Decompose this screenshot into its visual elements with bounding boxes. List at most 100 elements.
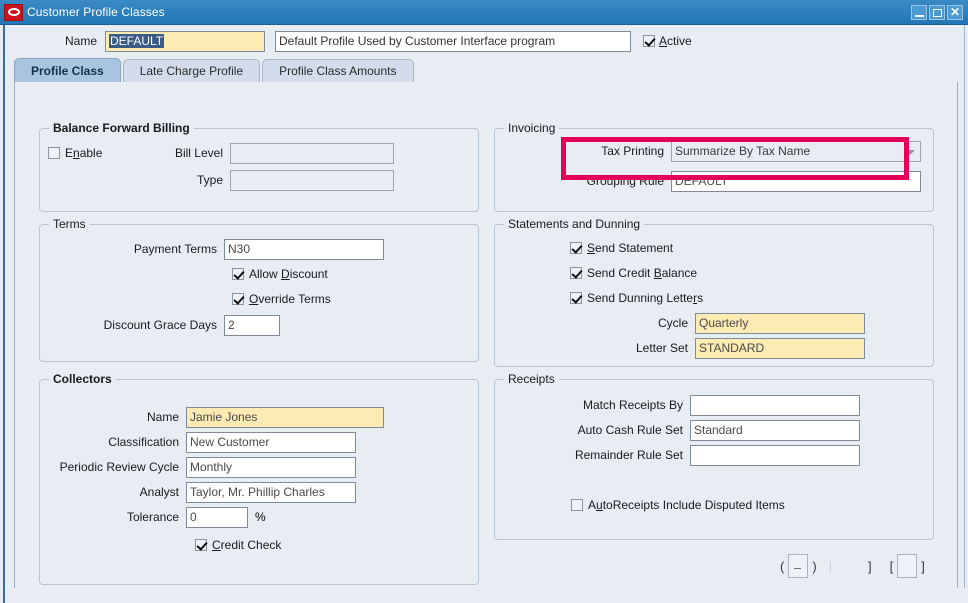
close-icon[interactable]: ✕ — [947, 4, 963, 20]
balance-forward-billing-legend: Balance Forward Billing — [49, 121, 194, 135]
window-controls: ✕ — [911, 4, 966, 20]
send-statement-label: Send Statement — [587, 241, 674, 255]
tax-printing-row: Tax Printing Summarize By Tax Name — [569, 140, 921, 162]
customer-profile-classes-window: Customer Profile Classes ✕ Name DEFAULT … — [0, 0, 968, 603]
tax-printing-value: Summarize By Tax Name — [675, 143, 811, 158]
left-paren-glyph: ( — [780, 558, 785, 574]
active-checkbox[interactable] — [643, 35, 655, 47]
payment-terms-input[interactable]: N30 — [224, 238, 384, 260]
grouping-rule-field[interactable]: DEFAULT — [671, 170, 921, 192]
tab-profile-class[interactable]: Profile Class — [14, 58, 121, 82]
override-terms-label: Override Terms — [249, 292, 331, 306]
statements-and-dunning-legend: Statements and Dunning — [504, 217, 645, 231]
payment-terms-row: Payment Terms N30 — [54, 238, 384, 260]
collectors-legend: Collectors — [49, 372, 116, 386]
window-client-area: Name DEFAULT Default Profile Used by Cus… — [3, 25, 965, 597]
button-separator: | — [828, 559, 832, 573]
profile-header-row: Name DEFAULT Default Profile Used by Cus… — [5, 28, 964, 54]
credit-check-label: Credit Check — [212, 538, 282, 552]
enable-checkbox-row[interactable]: Enable — [48, 142, 102, 164]
tax-printing-select[interactable]: Summarize By Tax Name — [671, 140, 921, 162]
send-dunning-letters-row[interactable]: Send Dunning Letters — [570, 287, 703, 309]
bottom-button-group-left: ( ) | — [780, 554, 832, 578]
grouping-rule-label: Grouping Rule — [586, 174, 664, 188]
maximize-icon[interactable] — [929, 4, 945, 20]
name-input-value: DEFAULT — [109, 33, 165, 48]
autoreceipts-label: AutoReceipts Include Disputed Items — [588, 498, 785, 512]
balance-forward-billing-group: Balance Forward Billing Enable Bill Leve… — [39, 121, 479, 212]
remainder-rule-set-label: Remainder Rule Set — [574, 448, 683, 462]
letter-set-row: Letter Set STANDARD — [605, 337, 865, 359]
letter-set-label: Letter Set — [635, 341, 688, 355]
minimize-icon[interactable] — [911, 4, 927, 20]
collectors-group: Collectors Name Jamie Jones Classificati… — [39, 372, 479, 585]
allow-discount-checkbox[interactable] — [232, 268, 244, 280]
send-credit-balance-row[interactable]: Send Credit Balance — [570, 262, 697, 284]
payment-terms-label: Payment Terms — [133, 242, 217, 256]
discount-grace-days-input[interactable]: 2 — [224, 314, 280, 336]
name-input[interactable]: DEFAULT — [105, 30, 265, 52]
collector-name-row: Name Jamie Jones — [54, 406, 384, 428]
bill-level-label: Bill Level — [174, 146, 223, 160]
analyst-input[interactable]: Taylor, Mr. Phillip Charles — [186, 481, 356, 503]
type-input[interactable] — [230, 169, 394, 191]
cycle-label: Cycle — [657, 316, 688, 330]
classification-label: Classification — [108, 435, 179, 449]
name-label: Name — [64, 34, 97, 48]
collector-name-input[interactable]: Jamie Jones — [186, 406, 384, 428]
override-terms-row[interactable]: Override Terms — [232, 288, 331, 310]
profile-class-tab-pane: Balance Forward Billing Enable Bill Leve… — [14, 82, 958, 589]
cycle-input[interactable]: Quarterly — [695, 312, 865, 334]
receipts-legend: Receipts — [504, 372, 559, 386]
override-terms-checkbox[interactable] — [232, 293, 244, 305]
send-credit-balance-label: Send Credit Balance — [587, 266, 698, 280]
autoreceipts-checkbox[interactable] — [571, 499, 583, 511]
auto-cash-rule-set-label: Auto Cash Rule Set — [577, 423, 683, 437]
match-receipts-by-input[interactable] — [690, 394, 860, 416]
type-label: Type — [196, 173, 223, 187]
active-checkbox-row[interactable]: Active — [643, 34, 692, 48]
letter-set-input[interactable]: STANDARD — [695, 337, 865, 359]
send-statement-row[interactable]: Send Statement — [570, 237, 673, 259]
bottom-button-group-right: ] [ ] — [868, 554, 925, 578]
tab-late-charge-profile[interactable]: Late Charge Profile — [122, 59, 261, 82]
invoicing-legend: Invoicing — [504, 121, 560, 135]
tolerance-unit: % — [255, 510, 266, 524]
send-dunning-letters-label: Send Dunning Letters — [587, 291, 704, 305]
tabstrip: Profile Class Late Charge Profile Profil… — [14, 58, 958, 83]
active-label: Active — [659, 34, 692, 48]
terms-legend: Terms — [49, 217, 90, 231]
tolerance-row: Tolerance 0 % — [54, 506, 266, 528]
credit-check-checkbox[interactable] — [195, 539, 207, 551]
auto-cash-rule-set-input[interactable]: Standard — [690, 419, 860, 441]
bill-level-input[interactable] — [230, 142, 394, 164]
tolerance-label: Tolerance — [126, 510, 179, 524]
bill-level-row: Bill Level — [150, 142, 394, 164]
bottom-button-2[interactable] — [897, 554, 918, 578]
remainder-rule-set-row: Remainder Rule Set — [570, 444, 860, 466]
tolerance-input[interactable]: 0 — [186, 506, 248, 528]
enable-checkbox[interactable] — [48, 147, 60, 159]
periodic-review-cycle-row: Periodic Review Cycle Monthly — [54, 456, 356, 478]
periodic-review-cycle-input[interactable]: Monthly — [186, 456, 356, 478]
window-titlebar: Customer Profile Classes ✕ — [0, 0, 968, 25]
send-credit-balance-checkbox[interactable] — [570, 267, 582, 279]
allow-discount-row[interactable]: Allow Discount — [232, 263, 328, 285]
grouping-rule-row: Grouping Rule DEFAULT — [569, 170, 921, 192]
classification-row: Classification New Customer — [54, 431, 356, 453]
analyst-label: Analyst — [139, 485, 179, 499]
receipts-group: Receipts Match Receipts By Auto Cash Rul… — [494, 372, 934, 540]
send-dunning-letters-checkbox[interactable] — [570, 292, 582, 304]
description-input[interactable]: Default Profile Used by Customer Interfa… — [275, 30, 631, 52]
bottom-button-1[interactable] — [788, 554, 809, 578]
classification-input[interactable]: New Customer — [186, 431, 356, 453]
invoicing-group: Invoicing Tax Printing Summarize By Tax … — [494, 121, 934, 212]
allow-discount-label: Allow Discount — [249, 267, 328, 281]
credit-check-row[interactable]: Credit Check — [195, 534, 281, 556]
periodic-review-cycle-label: Periodic Review Cycle — [59, 460, 179, 474]
autoreceipts-row[interactable]: AutoReceipts Include Disputed Items — [571, 494, 785, 516]
tab-profile-class-amounts[interactable]: Profile Class Amounts — [262, 59, 414, 82]
send-statement-checkbox[interactable] — [570, 242, 582, 254]
match-receipts-by-label: Match Receipts By — [582, 398, 683, 412]
remainder-rule-set-input[interactable] — [690, 444, 860, 466]
